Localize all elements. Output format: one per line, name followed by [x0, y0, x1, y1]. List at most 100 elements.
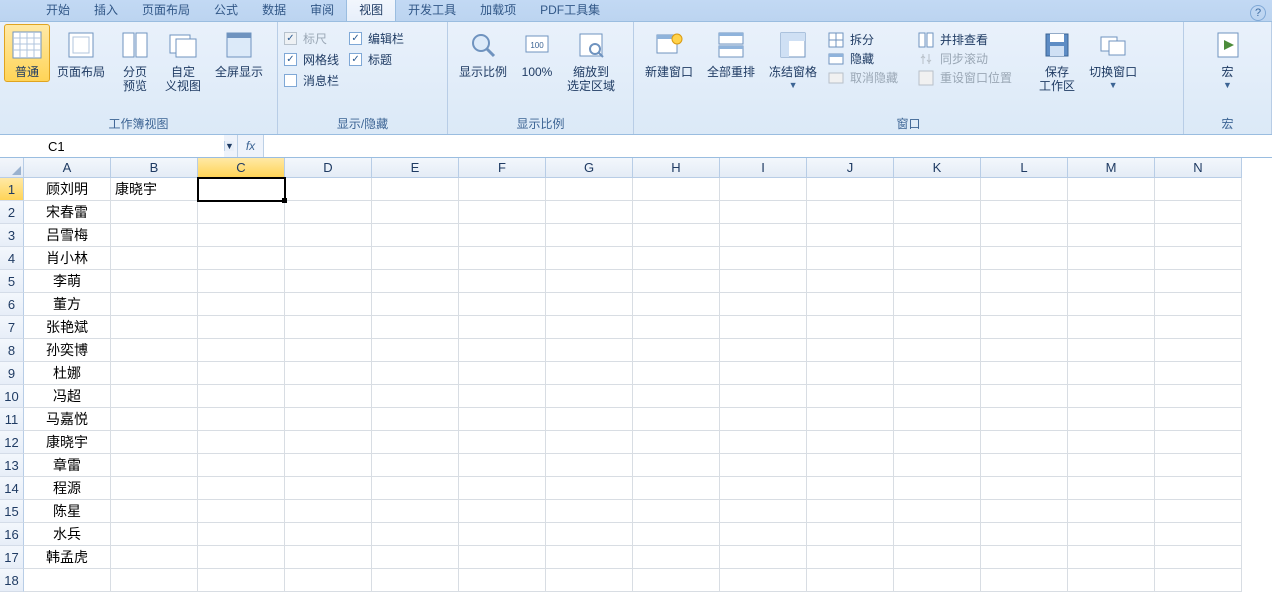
cell-I2[interactable]	[720, 201, 807, 224]
cell-M13[interactable]	[1068, 454, 1155, 477]
cell-I8[interactable]	[720, 339, 807, 362]
cell-C1[interactable]	[198, 178, 285, 201]
view-fullscreen-button[interactable]: 全屏显示	[208, 24, 270, 82]
cell-D5[interactable]	[285, 270, 372, 293]
column-header-N[interactable]: N	[1155, 158, 1242, 178]
zoom-to-selection-button[interactable]: 缩放到 选定区域	[560, 24, 622, 96]
cell-C10[interactable]	[198, 385, 285, 408]
cell-J8[interactable]	[807, 339, 894, 362]
row-header-18[interactable]: 18	[0, 569, 24, 592]
cell-C4[interactable]	[198, 247, 285, 270]
cell-A10[interactable]: 冯超	[24, 385, 111, 408]
cell-J9[interactable]	[807, 362, 894, 385]
cell-E2[interactable]	[372, 201, 459, 224]
save-workspace-button[interactable]: 保存 工作区	[1032, 24, 1082, 96]
cell-D8[interactable]	[285, 339, 372, 362]
cell-C12[interactable]	[198, 431, 285, 454]
cell-J3[interactable]	[807, 224, 894, 247]
cell-K5[interactable]	[894, 270, 981, 293]
cell-E18[interactable]	[372, 569, 459, 592]
headings-checkbox[interactable]: 标题	[347, 49, 412, 70]
cell-F12[interactable]	[459, 431, 546, 454]
tab-layout[interactable]: 页面布局	[130, 0, 202, 21]
cell-H1[interactable]	[633, 178, 720, 201]
column-header-D[interactable]: D	[285, 158, 372, 178]
cell-K15[interactable]	[894, 500, 981, 523]
cell-B10[interactable]	[111, 385, 198, 408]
cell-F11[interactable]	[459, 408, 546, 431]
cell-C13[interactable]	[198, 454, 285, 477]
row-header-16[interactable]: 16	[0, 523, 24, 546]
cell-F15[interactable]	[459, 500, 546, 523]
cell-H11[interactable]	[633, 408, 720, 431]
cell-J6[interactable]	[807, 293, 894, 316]
row-header-10[interactable]: 10	[0, 385, 24, 408]
cell-N18[interactable]	[1155, 569, 1242, 592]
cell-L13[interactable]	[981, 454, 1068, 477]
tab-view[interactable]: 视图	[346, 0, 396, 21]
cell-K16[interactable]	[894, 523, 981, 546]
cell-A1[interactable]: 顾刘明	[24, 178, 111, 201]
cell-B16[interactable]	[111, 523, 198, 546]
select-all-corner[interactable]	[0, 158, 24, 178]
cell-N5[interactable]	[1155, 270, 1242, 293]
tab-insert[interactable]: 插入	[82, 0, 130, 21]
cell-C3[interactable]	[198, 224, 285, 247]
cell-I7[interactable]	[720, 316, 807, 339]
cell-J10[interactable]	[807, 385, 894, 408]
row-header-14[interactable]: 14	[0, 477, 24, 500]
cell-C8[interactable]	[198, 339, 285, 362]
cell-A18[interactable]	[24, 569, 111, 592]
tab-formulas[interactable]: 公式	[202, 0, 250, 21]
cell-B8[interactable]	[111, 339, 198, 362]
cell-E12[interactable]	[372, 431, 459, 454]
column-header-E[interactable]: E	[372, 158, 459, 178]
freeze-panes-button[interactable]: 冻结窗格 ▼	[762, 24, 824, 93]
cell-M15[interactable]	[1068, 500, 1155, 523]
cell-J16[interactable]	[807, 523, 894, 546]
cell-N1[interactable]	[1155, 178, 1242, 201]
cell-J5[interactable]	[807, 270, 894, 293]
cell-L4[interactable]	[981, 247, 1068, 270]
cell-L7[interactable]	[981, 316, 1068, 339]
cell-N3[interactable]	[1155, 224, 1242, 247]
tab-home[interactable]: 开始	[34, 0, 82, 21]
cell-E16[interactable]	[372, 523, 459, 546]
row-header-9[interactable]: 9	[0, 362, 24, 385]
cell-I13[interactable]	[720, 454, 807, 477]
cell-F9[interactable]	[459, 362, 546, 385]
cell-D6[interactable]	[285, 293, 372, 316]
column-header-C[interactable]: C	[198, 158, 285, 178]
gridlines-checkbox[interactable]: 网格线	[282, 49, 347, 70]
cell-C5[interactable]	[198, 270, 285, 293]
cell-N13[interactable]	[1155, 454, 1242, 477]
cell-A6[interactable]: 董方	[24, 293, 111, 316]
row-header-6[interactable]: 6	[0, 293, 24, 316]
cell-E1[interactable]	[372, 178, 459, 201]
formula-input[interactable]	[264, 135, 1272, 157]
cell-D11[interactable]	[285, 408, 372, 431]
cell-H16[interactable]	[633, 523, 720, 546]
cell-G13[interactable]	[546, 454, 633, 477]
cell-D9[interactable]	[285, 362, 372, 385]
cell-F14[interactable]	[459, 477, 546, 500]
column-header-B[interactable]: B	[111, 158, 198, 178]
cell-F17[interactable]	[459, 546, 546, 569]
cell-H5[interactable]	[633, 270, 720, 293]
cell-F7[interactable]	[459, 316, 546, 339]
cell-E10[interactable]	[372, 385, 459, 408]
cell-M6[interactable]	[1068, 293, 1155, 316]
cell-I6[interactable]	[720, 293, 807, 316]
cell-I5[interactable]	[720, 270, 807, 293]
cell-C14[interactable]	[198, 477, 285, 500]
row-header-12[interactable]: 12	[0, 431, 24, 454]
cell-M9[interactable]	[1068, 362, 1155, 385]
cell-A12[interactable]: 康晓宇	[24, 431, 111, 454]
cell-H15[interactable]	[633, 500, 720, 523]
cell-D3[interactable]	[285, 224, 372, 247]
cell-L15[interactable]	[981, 500, 1068, 523]
cell-B12[interactable]	[111, 431, 198, 454]
view-normal-button[interactable]: 普通	[4, 24, 50, 82]
cell-B15[interactable]	[111, 500, 198, 523]
cell-M4[interactable]	[1068, 247, 1155, 270]
